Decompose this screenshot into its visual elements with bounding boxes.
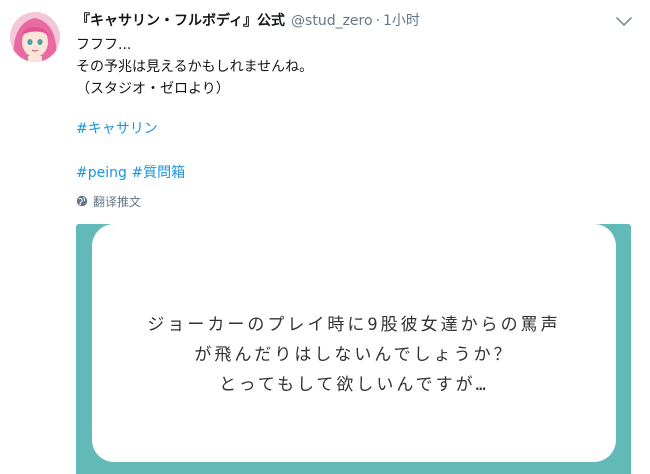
avatar-image — [10, 12, 60, 62]
question-line: ジョーカーのプレイ時に9股彼女達からの罵声 — [147, 315, 561, 335]
translate-tweet-button[interactable]: 翻译推文 — [76, 192, 141, 210]
tweet-timestamp[interactable]: 1小时 — [383, 13, 420, 29]
more-options-button[interactable] — [614, 14, 634, 28]
hashtag-link[interactable]: #peing — [76, 165, 127, 181]
separator-dot: · — [375, 13, 381, 29]
tweet-text-line: （スタジオ・ゼロより） — [76, 81, 230, 97]
question-line: が飛んだりはしないんでしょうか？ — [194, 345, 514, 365]
question-card: ジョーカーのプレイ時に9股彼女達からの罵声 が飛んだりはしないんでしょうか？ と… — [92, 224, 616, 462]
question-line: とってもして欲しいんですが… — [219, 375, 489, 395]
globe-icon — [76, 195, 88, 207]
chevron-down-icon — [616, 17, 632, 26]
question-text: ジョーカーのプレイ時に9股彼女達からの罵声 が飛んだりはしないんでしょうか？ と… — [92, 310, 616, 400]
translate-label: 翻译推文 — [93, 194, 142, 209]
tweet-text-line: その予兆は見えるかもしれませんね。 — [76, 59, 314, 75]
hashtag-link[interactable]: #質問箱 — [131, 165, 185, 181]
display-name[interactable]: 『キャサリン・フルボディ』公式 — [76, 13, 285, 29]
tweet-header: 『キャサリン・フルボディ』公式 @stud_zero · 1小时 — [76, 11, 420, 31]
tweet-text-line: フフフ... — [76, 37, 132, 53]
hashtag-row: #peing #質問箱 — [76, 163, 185, 183]
tweet-text: フフフ... その予兆は見えるかもしれませんね。 （スタジオ・ゼロより） — [76, 34, 616, 100]
user-handle[interactable]: @stud_zero — [291, 13, 373, 29]
avatar[interactable] — [10, 12, 60, 62]
hashtag-link[interactable]: #キャサリン — [76, 119, 158, 139]
attached-image[interactable]: ジョーカーのプレイ時に9股彼女達からの罵声 が飛んだりはしないんでしょうか？ と… — [76, 224, 631, 474]
